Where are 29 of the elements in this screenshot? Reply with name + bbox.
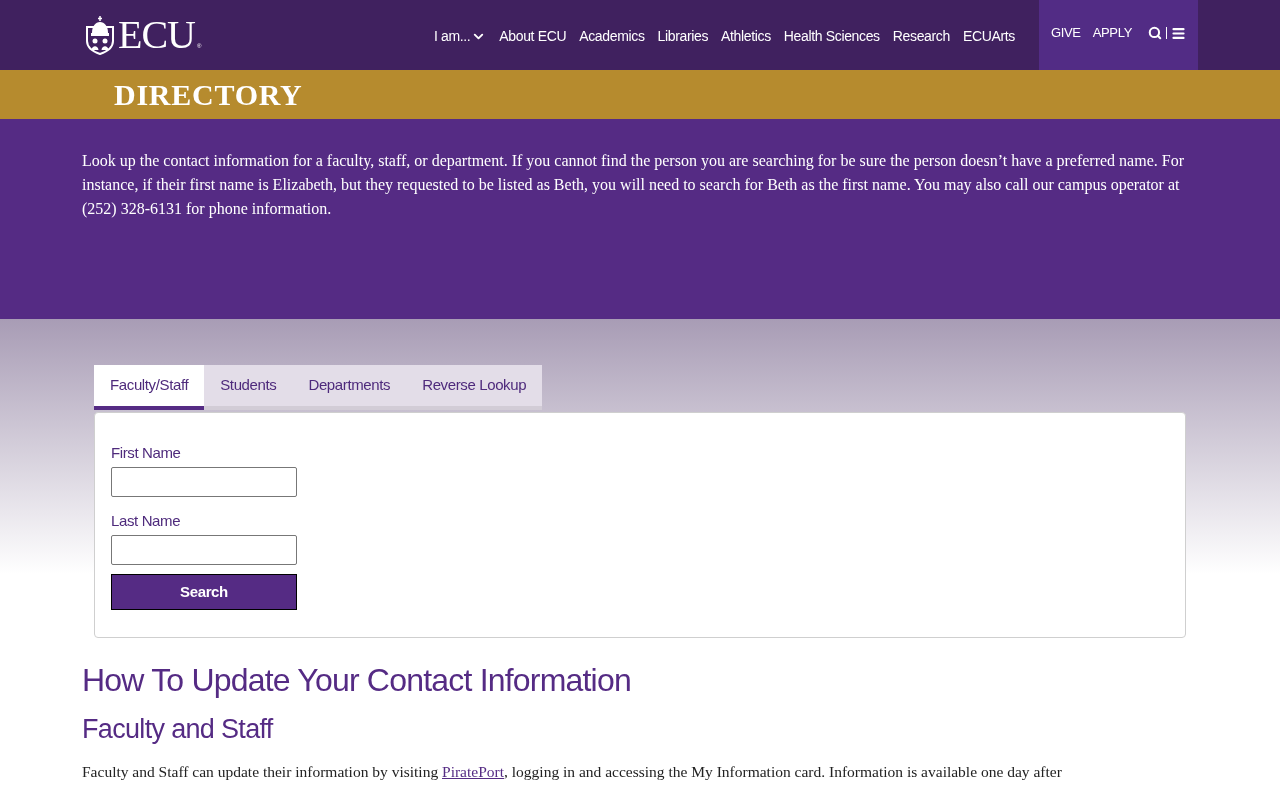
crest-icon xyxy=(84,15,116,55)
utility-link[interactable]: APPLY xyxy=(1092,23,1132,43)
nav-link[interactable]: Libraries xyxy=(657,23,709,47)
search-button[interactable]: Search xyxy=(111,574,297,610)
nav-link[interactable]: Research xyxy=(892,23,950,47)
tab[interactable]: Reverse Lookup xyxy=(406,365,543,410)
section-heading: How To Update Your Contact Information xyxy=(82,661,632,700)
nav-link[interactable]: About ECU xyxy=(499,23,567,47)
tab[interactable]: Departments xyxy=(292,365,407,410)
section-subheading: Faculty and Staff xyxy=(82,713,275,746)
tab[interactable]: Faculty/Staff xyxy=(94,365,205,410)
intro-paragraph: Look up the contact information for a faculty, staff, or department. If you cannot find the person you are searching for be sure the person doesn’t have a preferred name. For instance, if their first name is Elizabeth, but they requested to be listed as Beth, you will need to search for Beth as the first name. You may also call our campus operator at (252) 328-6131 for phone information. xyxy=(82,151,1185,220)
page-title: DIRECTORY xyxy=(114,79,304,110)
body-paragraph: Faculty and Staff can update their information by visiting PiratePort, logging in and accessing the My Information card. Information is available one day after xyxy=(82,762,1063,782)
logo-text[interactable]: ECU xyxy=(118,15,195,55)
nav-link[interactable]: Academics xyxy=(579,23,645,47)
tab[interactable]: Students xyxy=(204,365,293,410)
input-field[interactable] xyxy=(111,467,297,497)
input-field[interactable] xyxy=(111,535,297,565)
nav-link[interactable]: ECUArts xyxy=(962,23,1015,47)
nav-link[interactable]: Athletics xyxy=(721,23,771,47)
menu-icon[interactable] xyxy=(1171,25,1186,41)
utility-link[interactable]: GIVE xyxy=(1050,23,1081,43)
text-link[interactable]: PiratePort xyxy=(442,763,504,780)
field-label: First Name xyxy=(111,443,181,463)
nav-link[interactable]: Health Sciences xyxy=(783,23,880,47)
field-label: Last Name xyxy=(111,511,181,531)
search-icon[interactable] xyxy=(1148,26,1162,40)
nav-link[interactable]: I am... xyxy=(433,23,487,47)
